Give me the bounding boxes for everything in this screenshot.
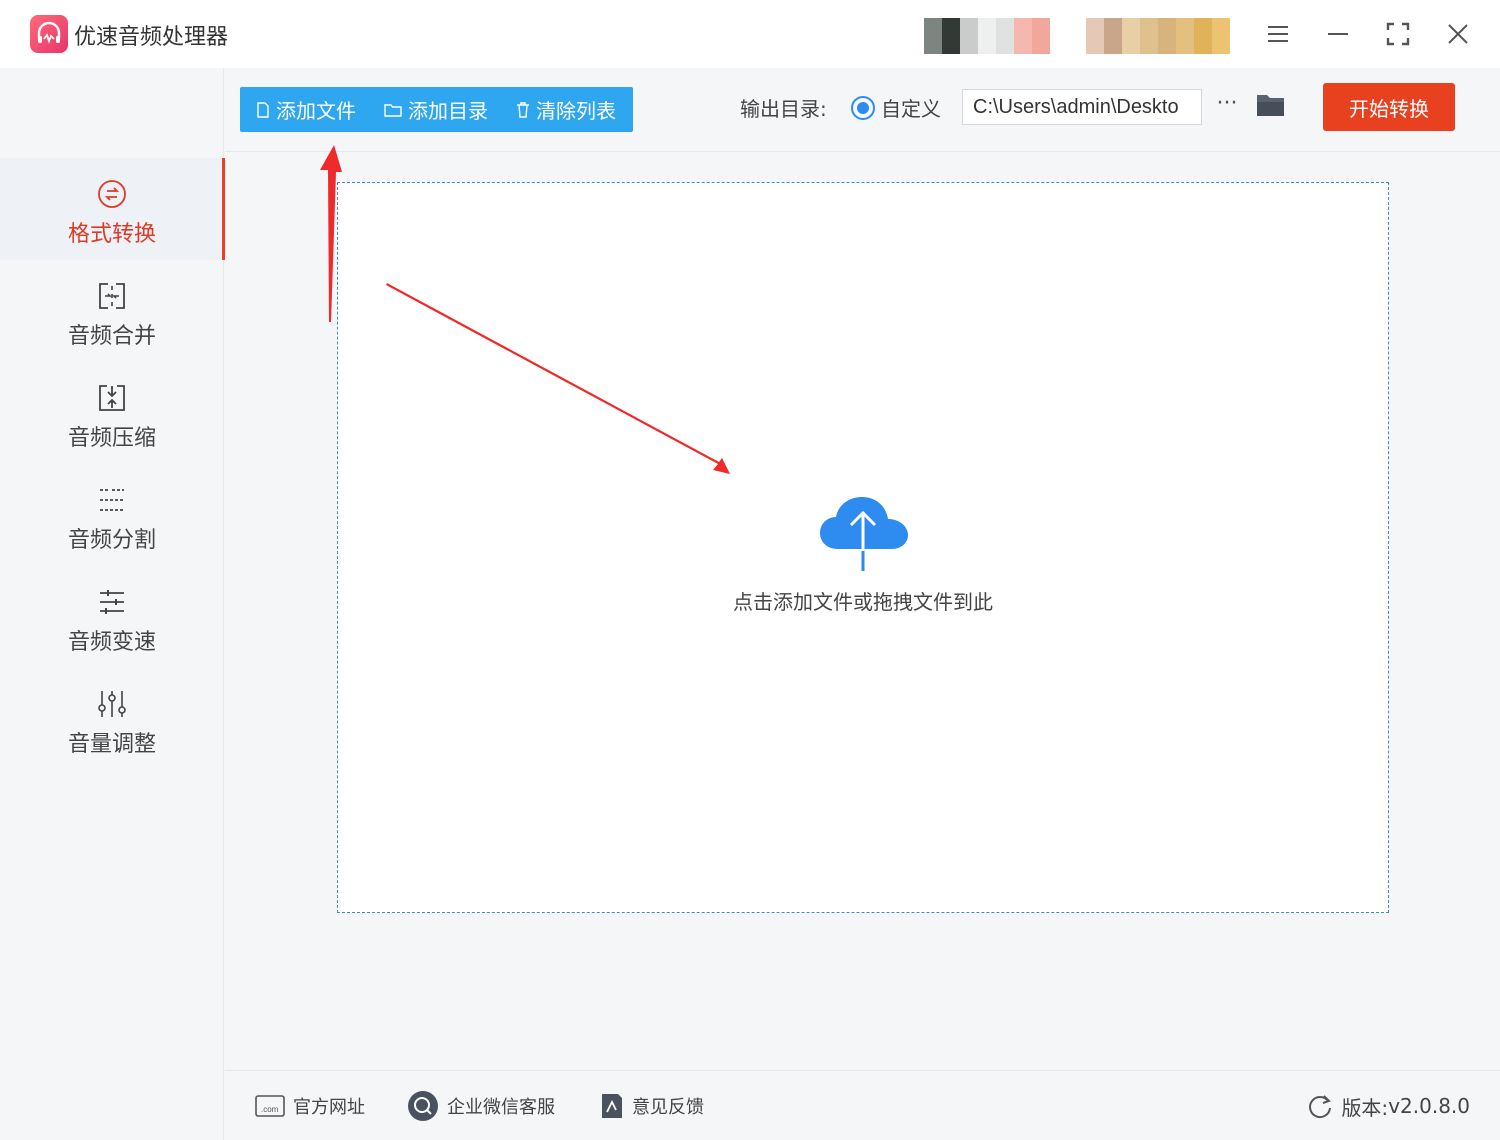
output-path-input[interactable] [962, 89, 1202, 125]
trash-icon [517, 101, 529, 118]
file-icon [257, 101, 269, 118]
sidebar-item-volume-adjust[interactable]: 音量调整 [0, 668, 224, 770]
start-convert-button[interactable]: 开始转换 [1323, 83, 1455, 131]
drop-zone-hint: 点击添加文件或拖拽文件到此 [733, 590, 993, 614]
official-website-label: 官方网址 [293, 1097, 365, 1118]
feedback-label: 意见反馈 [632, 1097, 704, 1118]
sidebar: 格式转换 音频合并 音频压缩 音频分割 音频变速 音量调整 [0, 68, 225, 1140]
sidebar-item-label: 音量调整 [67, 732, 156, 757]
blurred-account-info [1086, 18, 1230, 54]
merge-icon [99, 283, 125, 309]
minimize-button[interactable] [1320, 16, 1356, 52]
output-directory-label: 输出目录: [740, 97, 827, 121]
sidebar-item-label: 音频压缩 [67, 426, 156, 451]
sidebar-item-label: 音频变速 [67, 630, 156, 655]
svg-text:.com: .com [261, 1105, 279, 1114]
refresh-icon [1309, 1095, 1332, 1119]
sidebar-item-format-convert[interactable]: 格式转换 [0, 158, 225, 260]
wechat-service-icon [408, 1091, 438, 1121]
close-icon [1448, 24, 1468, 44]
file-button-group: 添加文件 添加目录 清除列表 [240, 87, 633, 132]
website-icon: .com [255, 1095, 285, 1117]
toolbar: 添加文件 添加目录 清除列表 输出目录: 自定义 ··· 开始转换 [225, 68, 1500, 152]
sidebar-item-label: 音频分割 [67, 528, 156, 553]
sidebar-item-audio-speed[interactable]: 音频变速 [0, 566, 224, 668]
maximize-button[interactable] [1380, 16, 1416, 52]
add-directory-label: 添加目录 [408, 99, 488, 123]
menu-icon [1268, 26, 1288, 42]
add-file-label: 添加文件 [276, 99, 356, 123]
blurred-account-avatar [924, 18, 1050, 54]
open-folder-button[interactable] [1255, 91, 1287, 121]
sidebar-item-audio-split[interactable]: 音频分割 [0, 464, 224, 566]
minimize-icon [1328, 33, 1348, 35]
close-button[interactable] [1440, 16, 1476, 52]
folder-icon [1257, 95, 1284, 116]
add-directory-button[interactable]: 添加目录 [384, 87, 488, 132]
browse-more-button[interactable]: ··· [1212, 92, 1242, 122]
volume-icon [98, 691, 126, 717]
official-website-link[interactable]: .com 官方网址 [255, 1091, 365, 1121]
sidebar-item-label: 音频合并 [67, 324, 156, 349]
maximize-icon [1386, 22, 1410, 46]
clear-list-label: 清除列表 [536, 99, 616, 123]
app-logo-icon [30, 15, 68, 53]
app-title: 优速音频处理器 [74, 25, 229, 50]
feedback-link[interactable]: 意见反馈 [600, 1091, 704, 1121]
add-file-button[interactable]: 添加文件 [256, 87, 356, 132]
version-info[interactable]: 版本: v2.0.8.0 [1307, 1091, 1470, 1121]
sidebar-item-audio-merge[interactable]: 音频合并 [0, 260, 224, 362]
sidebar-item-audio-compress[interactable]: 音频压缩 [0, 362, 224, 464]
clear-list-button[interactable]: 清除列表 [516, 87, 616, 132]
menu-button[interactable] [1260, 16, 1296, 52]
cloud-upload-icon [820, 497, 908, 571]
custom-output-radio-label: 自定义 [881, 97, 941, 121]
wechat-support-label: 企业微信客服 [447, 1097, 555, 1118]
split-icon [100, 489, 124, 511]
compress-icon [99, 385, 125, 411]
version-label: 版本: [1341, 1095, 1389, 1120]
title-bar: 优速音频处理器 [0, 0, 1500, 68]
file-drop-zone[interactable]: 点击添加文件或拖拽文件到此 [337, 182, 1389, 913]
custom-output-radio[interactable] [851, 96, 875, 120]
convert-icon [98, 180, 126, 208]
feedback-icon [602, 1094, 622, 1118]
version-value: v2.0.8.0 [1388, 1094, 1470, 1118]
wechat-support-link[interactable]: 企业微信客服 [407, 1091, 555, 1121]
footer: .com 官方网址 企业微信客服 意见反馈 版本: v2.0.8.0 [225, 1070, 1500, 1140]
speed-icon [100, 590, 124, 614]
folder-outline-icon [384, 103, 402, 117]
sidebar-item-label: 格式转换 [67, 222, 156, 247]
